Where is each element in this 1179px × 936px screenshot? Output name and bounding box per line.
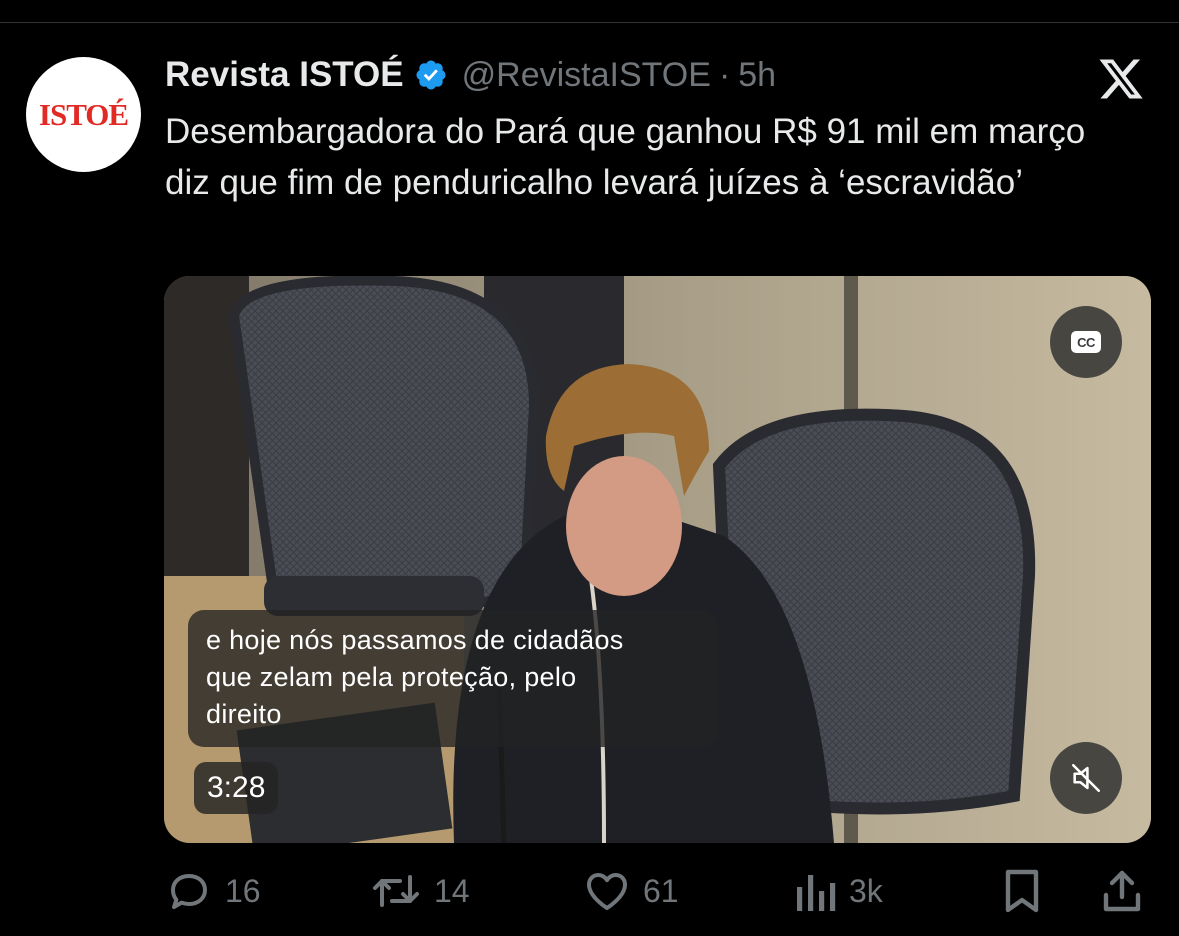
- like-button[interactable]: 61: [583, 860, 679, 922]
- repost-icon: [373, 875, 419, 907]
- views-count: 3k: [849, 872, 883, 909]
- heart-icon: [587, 873, 627, 910]
- avatar-logo-text: ISTOÉ: [38, 96, 129, 132]
- tweet-timestamp[interactable]: 5h: [738, 56, 776, 95]
- like-count: 61: [643, 872, 679, 909]
- share-icon: [1103, 870, 1141, 912]
- tweet-actions: 16 14 61 3k: [165, 860, 1155, 922]
- bookmark-button[interactable]: [1000, 860, 1044, 922]
- views-icon: [797, 875, 836, 911]
- reply-icon: [171, 874, 207, 909]
- caption-line: direito: [206, 699, 282, 729]
- x-logo-icon: [1096, 55, 1146, 103]
- reply-count: 16: [225, 872, 261, 909]
- views-button[interactable]: 3k: [793, 860, 883, 922]
- caption-line: e hoje nós passamos de cidadãos: [206, 625, 624, 655]
- top-divider: [0, 22, 1179, 23]
- tweet-text: Desembargadora do Pará que ganhou R$ 91 …: [165, 112, 1086, 202]
- video-frame: [164, 276, 1151, 843]
- closed-captions-button[interactable]: CC: [1050, 306, 1122, 378]
- video-duration: 3:28: [194, 762, 279, 814]
- muted-speaker-icon: [1071, 763, 1101, 793]
- share-button[interactable]: [1100, 860, 1144, 922]
- reply-button[interactable]: 16: [165, 860, 261, 922]
- caption-line: que zelam pela proteção, pelo: [206, 662, 577, 692]
- mute-toggle-button[interactable]: [1050, 742, 1122, 814]
- video-player[interactable]: CC e hoje nós passamos de cidadãos que z…: [164, 276, 1151, 843]
- avatar[interactable]: ISTOÉ: [26, 57, 141, 172]
- tweet-header: Revista ISTOÉ @RevistaISTOE · 5h: [165, 52, 776, 98]
- repost-count: 14: [434, 872, 470, 909]
- verified-badge-icon: [414, 58, 448, 92]
- bookmark-icon: [1005, 869, 1039, 913]
- repost-button[interactable]: 14: [370, 860, 470, 922]
- separator-dot: ·: [718, 55, 731, 94]
- video-caption: e hoje nós passamos de cidadãos que zela…: [188, 610, 718, 747]
- closed-captions-icon: CC: [1071, 331, 1101, 353]
- author-name[interactable]: Revista ISTOÉ: [165, 55, 404, 95]
- author-handle[interactable]: @RevistaISTOE: [462, 56, 711, 95]
